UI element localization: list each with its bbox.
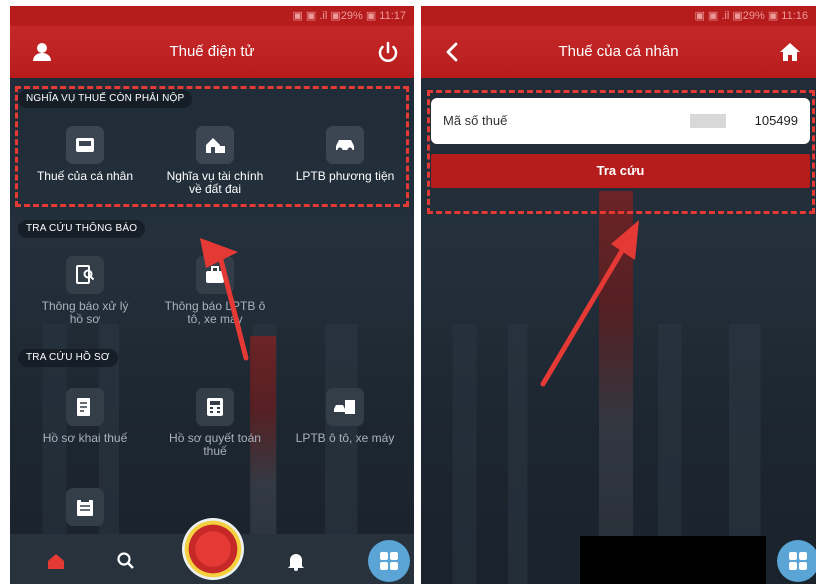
left-phone-screen: ▣ ▣ .il ▣29% ▣ 11:17 Thuế điện tử NGHĨA … [10, 6, 414, 584]
annotation-arrow [200, 238, 249, 361]
right-phone-screen: ▣ ▣ .il ▣29% ▣ 11:16 Thuế của cá nhân Mã… [421, 6, 816, 584]
annotation-arrow [540, 220, 639, 387]
